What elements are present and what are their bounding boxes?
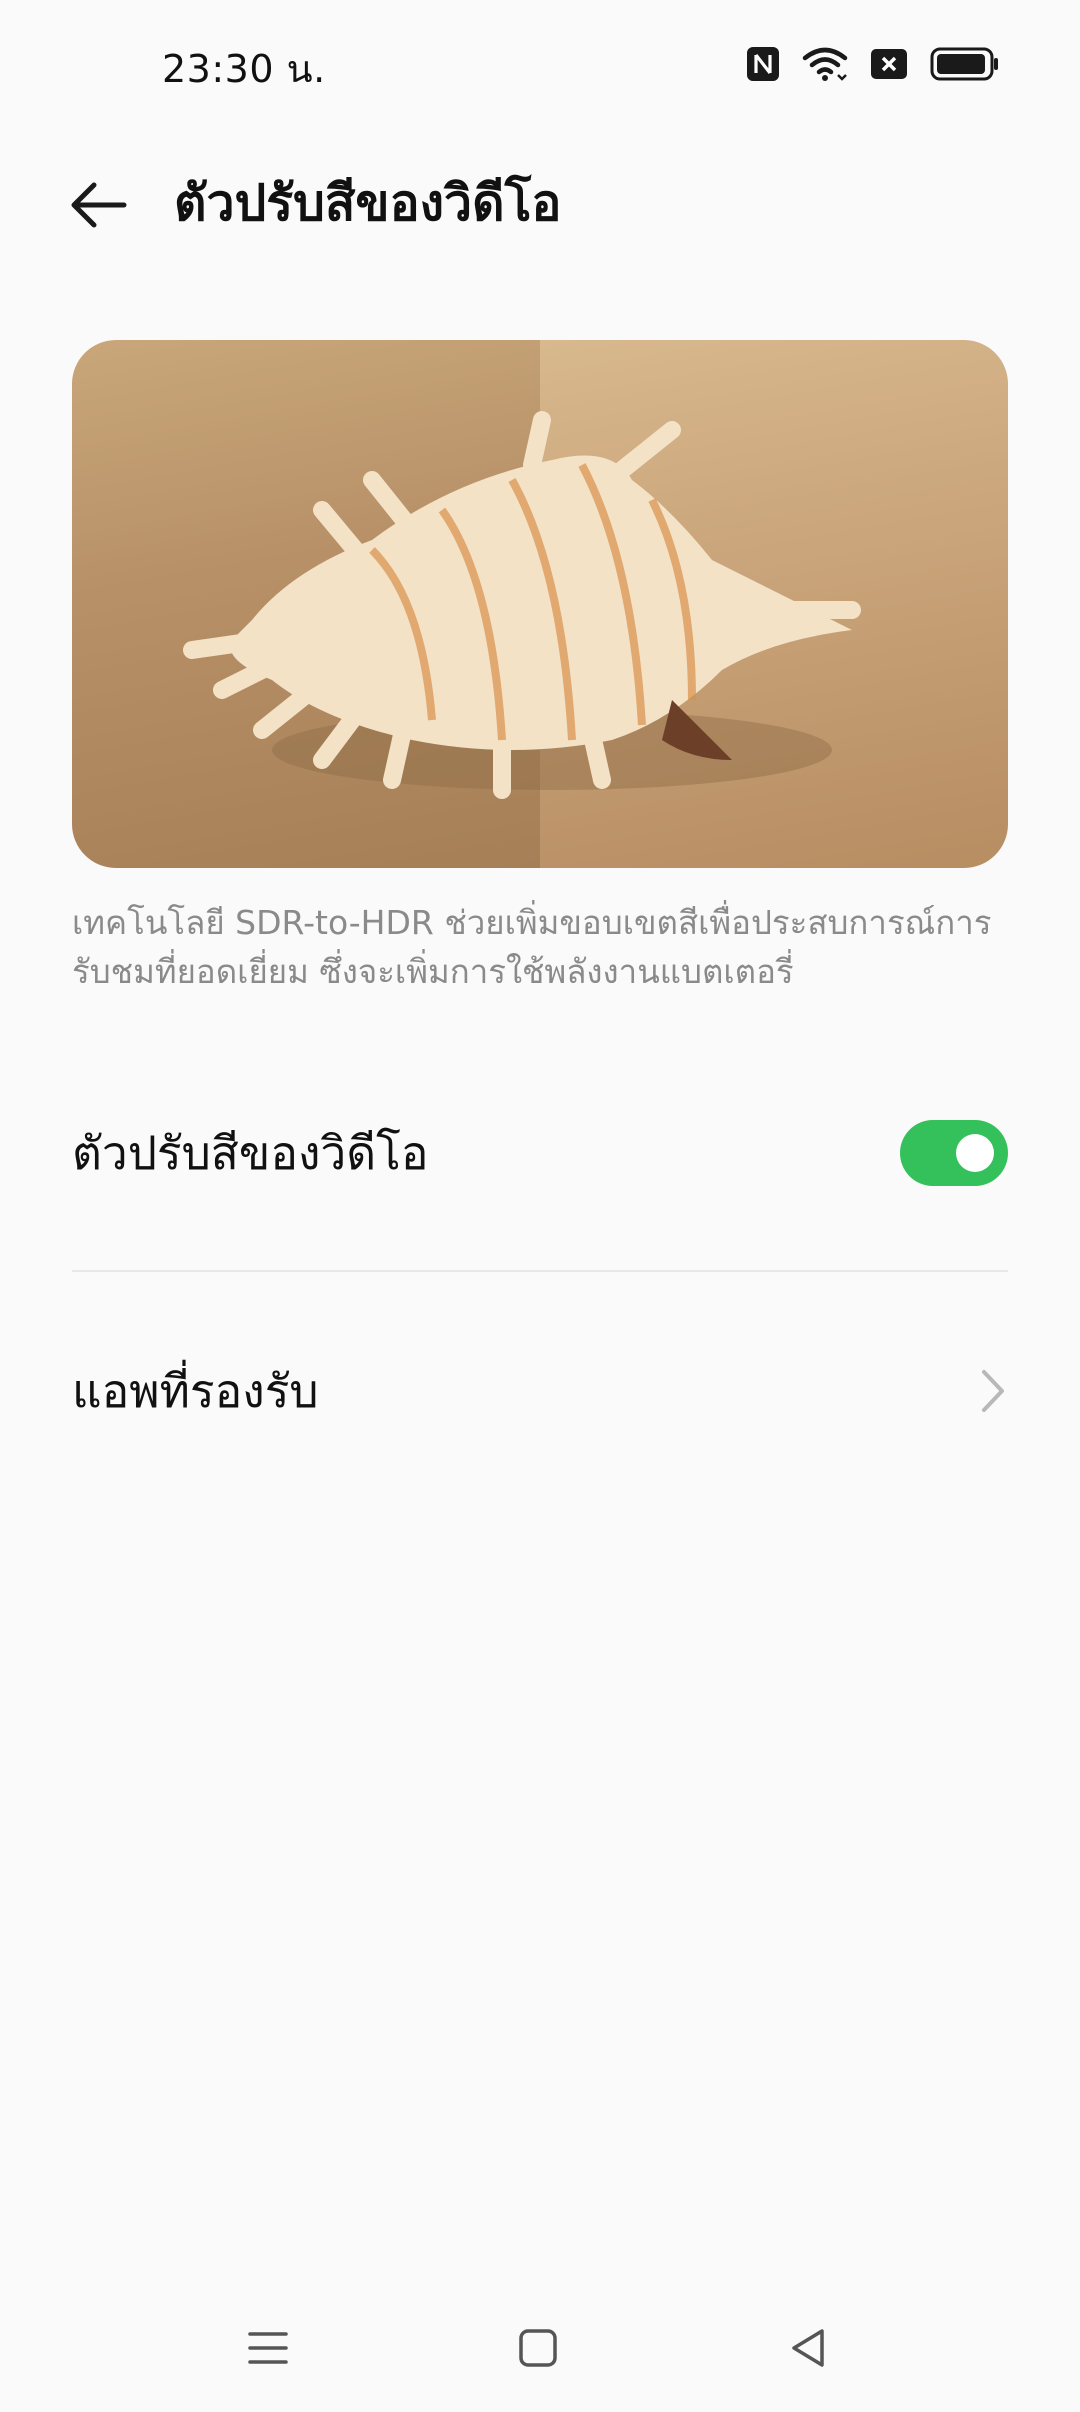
preview-image (72, 340, 1008, 868)
switch-knob (956, 1134, 994, 1172)
arrow-left-icon (71, 182, 127, 228)
status-icons (746, 44, 1000, 84)
supported-apps-row[interactable]: แอพที่รองรับ (72, 1346, 1008, 1436)
no-sim-icon (870, 48, 908, 80)
battery-icon (930, 47, 1000, 81)
supported-apps-label: แอพที่รองรับ (72, 1363, 319, 1418)
feature-description: เทคโนโลยี SDR-to-HDR ช่วยเพิ่มขอบเขตสีเพ… (72, 903, 992, 991)
page-title: ตัวปรับสีของวิดีโอ (174, 174, 562, 232)
chevron-right-icon (982, 1370, 1004, 1412)
seashell-illustration (183, 411, 861, 799)
app-bar: ตัวปรับสีของวิดีโอ (0, 150, 1080, 260)
home-icon (519, 2329, 557, 2367)
back-button[interactable] (58, 170, 138, 240)
status-time: 23:30 น. (162, 47, 326, 91)
video-color-label: ตัวปรับสีของวิดีโอ (72, 1125, 429, 1180)
recents-button[interactable] (238, 2322, 298, 2374)
wifi-icon (802, 46, 848, 82)
back-icon (792, 2329, 824, 2367)
nav-back-button[interactable] (778, 2322, 838, 2374)
navigation-bar (0, 2300, 1080, 2390)
video-color-toggle-row[interactable]: ตัวปรับสีของวิดีโอ (72, 1108, 1008, 1198)
menu-icon (248, 2332, 288, 2364)
status-bar: 23:30 น. (0, 0, 1080, 130)
divider (72, 1270, 1008, 1272)
video-color-switch[interactable] (900, 1120, 1008, 1186)
nfc-icon (746, 46, 780, 82)
home-button[interactable] (508, 2322, 568, 2374)
